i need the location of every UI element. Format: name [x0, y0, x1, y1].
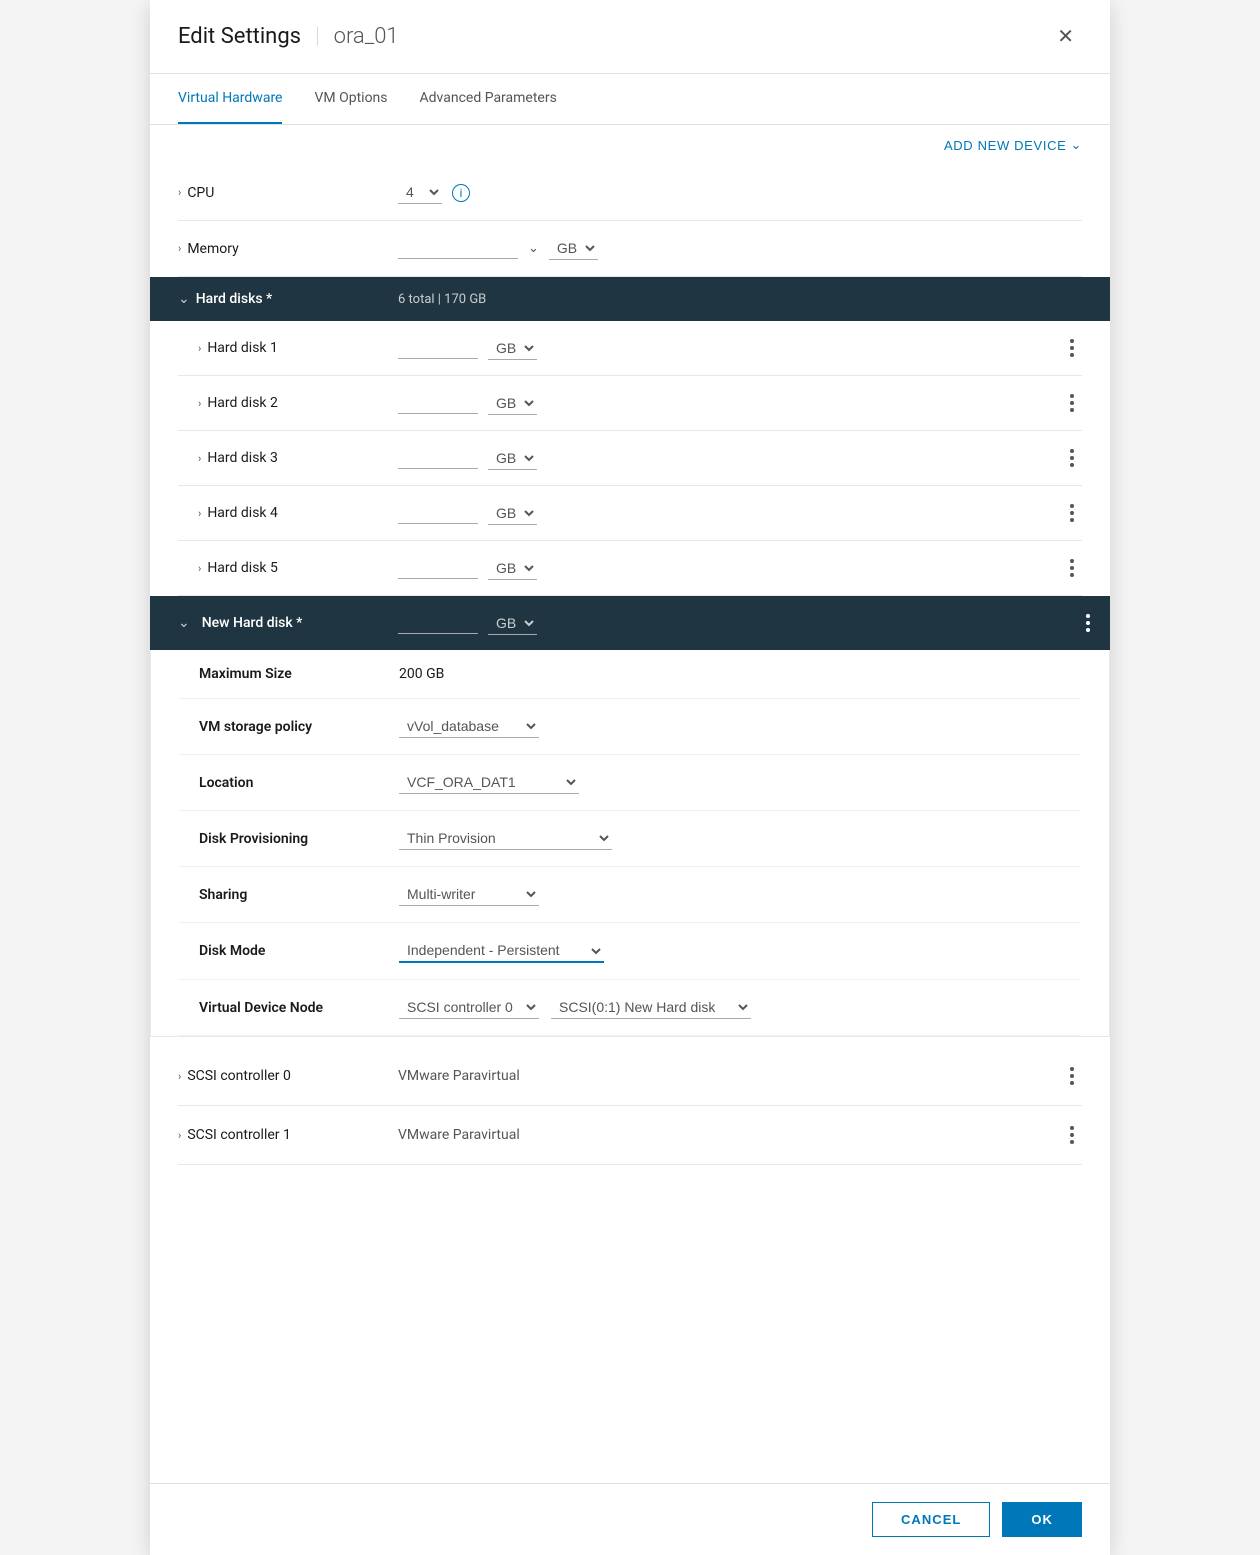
hard-disk-1-unit-select[interactable]: GB MB [488, 337, 537, 360]
memory-chevron-icon[interactable]: › [178, 242, 181, 255]
memory-label: › Memory [178, 241, 398, 257]
modal-header: Edit Settings | ora_01 ✕ [150, 0, 1110, 74]
location-row: Location VCF_ORA_DAT1 [179, 755, 1081, 811]
hard-disk-3-chevron-icon[interactable]: › [198, 452, 201, 465]
memory-content: 16 ⌄ GB MB [398, 237, 1082, 260]
maximum-size-row: Maximum Size 200 GB [179, 650, 1081, 699]
hard-disk-4-row: › Hard disk 4 10 GB MB [178, 486, 1082, 541]
ok-button[interactable]: OK [1002, 1502, 1082, 1537]
cpu-label: › CPU [178, 185, 398, 201]
edit-settings-modal: Edit Settings | ora_01 ✕ Virtual Hardwar… [150, 0, 1110, 1555]
location-select[interactable]: VCF_ORA_DAT1 [399, 771, 579, 794]
maximum-size-value: 200 GB [399, 666, 444, 682]
modal-divider: | [315, 24, 320, 49]
hard-disk-5-value-input[interactable]: 10 [398, 558, 478, 579]
hard-disk-5-more-button[interactable] [1062, 555, 1082, 581]
vm-storage-policy-row: VM storage policy vVol_database [179, 699, 1081, 755]
hard-disk-4-more-button[interactable] [1062, 500, 1082, 526]
hard-disk-1-more-button[interactable] [1062, 335, 1082, 361]
tab-bar: Virtual Hardware VM Options Advanced Par… [150, 74, 1110, 125]
scsi-0-chevron-icon[interactable]: › [178, 1070, 181, 1083]
sharing-row: Sharing Multi-writer None [179, 867, 1081, 923]
hard-disk-4-value-input[interactable]: 10 [398, 503, 478, 524]
scsi-controller-1-row: › SCSI controller 1 VMware Paravirtual [178, 1106, 1082, 1165]
new-hard-disk-header: ⌄ New Hard disk * 40 GB MB [150, 596, 1110, 650]
disk-provisioning-row: Disk Provisioning Thin Provision Thick P… [179, 811, 1081, 867]
toolbar: ADD NEW DEVICE ⌄ [150, 125, 1110, 165]
hard-disk-5-unit-select[interactable]: GB MB [488, 557, 537, 580]
hard-disk-2-value-input[interactable]: 50 [398, 393, 478, 414]
hard-disk-2-row: › Hard disk 2 50 GB MB [178, 376, 1082, 431]
scsi-1-more-button[interactable] [1062, 1122, 1082, 1148]
new-hard-disk-more-button[interactable] [1078, 610, 1098, 636]
close-button[interactable]: ✕ [1049, 20, 1082, 53]
disk-mode-row: Disk Mode Independent - Persistent Depen… [179, 923, 1081, 980]
hard-disk-5-row: › Hard disk 5 10 GB MB [178, 541, 1082, 596]
cpu-info-icon[interactable]: i [452, 184, 470, 202]
hard-disk-3-more-button[interactable] [1062, 445, 1082, 471]
hard-disk-2-unit-select[interactable]: GB MB [488, 392, 537, 415]
modal-footer: CANCEL OK [150, 1483, 1110, 1555]
scsi-0-more-button[interactable] [1062, 1063, 1082, 1089]
cpu-content: 4 1 2 8 16 i [398, 181, 1082, 204]
hard-disk-3-unit-select[interactable]: GB MB [488, 447, 537, 470]
memory-row: › Memory 16 ⌄ GB MB [178, 221, 1082, 277]
tab-vm-options[interactable]: VM Options [314, 74, 387, 124]
hard-disk-2-more-button[interactable] [1062, 390, 1082, 416]
modal-title: Edit Settings [178, 24, 301, 49]
sharing-select[interactable]: Multi-writer None [399, 883, 539, 906]
disk-mode-select[interactable]: Independent - Persistent Dependent Indep… [399, 939, 604, 963]
hard-disk-1-chevron-icon[interactable]: › [198, 342, 201, 355]
add-new-device-button[interactable]: ADD NEW DEVICE ⌄ [944, 137, 1082, 153]
hard-disk-1-value-input[interactable]: 50 [398, 338, 478, 359]
chevron-down-icon: ⌄ [528, 241, 539, 256]
hard-disk-4-unit-select[interactable]: GB MB [488, 502, 537, 525]
hard-disks-header: ⌄ Hard disks * 6 total | 170 GB [150, 277, 1110, 321]
hard-disks-summary: 6 total | 170 GB [398, 292, 1082, 307]
hard-disk-4-chevron-icon[interactable]: › [198, 507, 201, 520]
tab-advanced-parameters[interactable]: Advanced Parameters [420, 74, 557, 124]
new-hard-disk-expanded-panel: Maximum Size 200 GB VM storage policy vV… [150, 650, 1110, 1037]
scsi-1-value: VMware Paravirtual [398, 1127, 1062, 1143]
tab-virtual-hardware[interactable]: Virtual Hardware [178, 74, 282, 124]
chevron-down-icon: ⌄ [1070, 137, 1082, 153]
vdn-controller-select[interactable]: SCSI controller 0 SCSI controller 1 [399, 996, 539, 1019]
vdn-disk-select[interactable]: SCSI(0:1) New Hard disk [551, 996, 751, 1019]
cancel-button[interactable]: CANCEL [872, 1502, 990, 1537]
disk-provisioning-select[interactable]: Thin Provision Thick Provision Lazy Zero… [399, 827, 612, 850]
content-area: › CPU 4 1 2 8 16 i › Memory 16 [150, 165, 1110, 1483]
cpu-chevron-icon[interactable]: › [178, 186, 181, 199]
hard-disk-3-value-input[interactable]: 10 [398, 448, 478, 469]
modal-subtitle: ora_01 [334, 24, 399, 49]
cpu-value-select[interactable]: 4 1 2 8 16 [398, 181, 442, 204]
scsi-1-chevron-icon[interactable]: › [178, 1129, 181, 1142]
hard-disk-1-row: › Hard disk 1 50 GB MB [178, 321, 1082, 376]
scsi-0-value: VMware Paravirtual [398, 1068, 1062, 1084]
hard-disk-5-chevron-icon[interactable]: › [198, 562, 201, 575]
vm-storage-policy-select[interactable]: vVol_database [399, 715, 539, 738]
memory-value-input[interactable]: 16 [398, 238, 518, 259]
hard-disk-2-chevron-icon[interactable]: › [198, 397, 201, 410]
new-hard-disk-unit-select[interactable]: GB MB [488, 612, 537, 635]
hard-disk-3-row: › Hard disk 3 10 GB MB [178, 431, 1082, 486]
new-hard-disk-value-input[interactable]: 40 [398, 613, 478, 634]
new-hard-disk-chevron-icon[interactable]: ⌄ [178, 615, 190, 631]
memory-unit-select[interactable]: GB MB [549, 237, 598, 260]
hard-disks-chevron-icon[interactable]: ⌄ [178, 291, 190, 307]
cpu-row: › CPU 4 1 2 8 16 i [178, 165, 1082, 221]
scsi-controller-0-row: › SCSI controller 0 VMware Paravirtual [178, 1047, 1082, 1106]
virtual-device-node-row: Virtual Device Node SCSI controller 0 SC… [179, 980, 1081, 1036]
